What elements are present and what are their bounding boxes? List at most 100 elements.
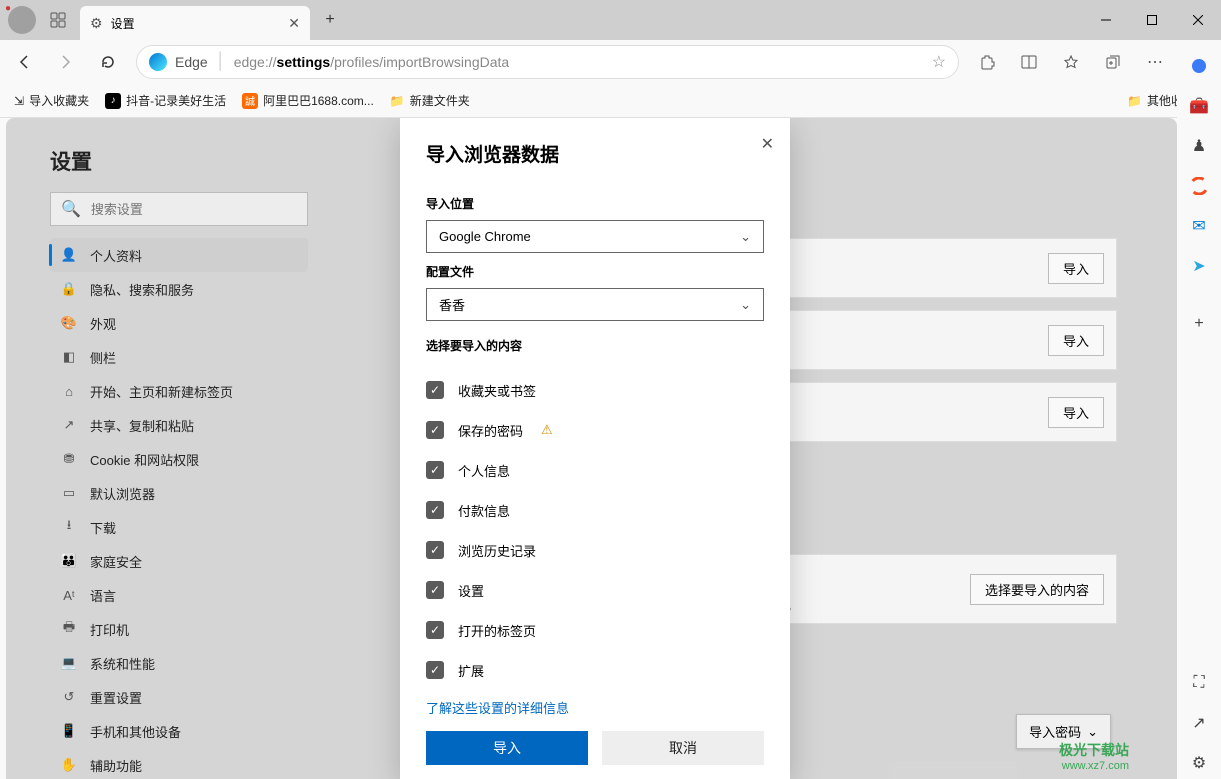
import-confirm-button[interactable]: 导入 [426, 731, 588, 765]
favorite-star-icon[interactable]: ☆ [932, 52, 946, 72]
strip-m365-icon[interactable] [1183, 170, 1215, 202]
import-button-3[interactable]: 导入 [1048, 397, 1104, 428]
check-item-7[interactable]: ✓ 扩展 [426, 650, 764, 690]
strip-send-icon[interactable]: ➤ [1183, 250, 1215, 282]
check-label: 浏览历史记录 [458, 541, 536, 560]
address-bar: Edge │ edge://settings/profiles/importBr… [0, 40, 1221, 84]
location-select[interactable]: Google Chrome ⌄ [426, 220, 764, 253]
learn-more-link[interactable]: 了解这些设置的详细信息 [426, 690, 764, 725]
profile-select[interactable]: 香香 ⌄ [426, 288, 764, 321]
alibaba-icon: 誠 [242, 93, 258, 109]
settings-title: 设置 [50, 146, 308, 176]
sidebar-item-family[interactable]: 👪家庭安全 [50, 544, 308, 578]
tab-title: 设置 [111, 15, 135, 32]
window-controls [1083, 0, 1221, 40]
split-screen-icon[interactable] [1009, 44, 1049, 80]
workspaces-icon[interactable] [44, 4, 72, 36]
phone-icon: 📱 [60, 723, 78, 739]
gear-icon: ⚙ [90, 15, 103, 32]
check-item-5[interactable]: ✓设置 [426, 570, 764, 610]
refresh-button[interactable] [88, 44, 128, 80]
checkbox-icon[interactable]: ✓ [426, 501, 444, 519]
settings-search-input[interactable] [91, 202, 297, 217]
watermark: 极光下载站 www.xz7.com [1059, 741, 1129, 773]
import-button-2[interactable]: 导入 [1048, 325, 1104, 356]
favorites-icon[interactable] [1051, 44, 1091, 80]
sidebar-item-download[interactable]: ⭳下载 [50, 510, 308, 544]
check-label: 个人信息 [458, 461, 510, 480]
lock-icon: 🔒 [60, 281, 78, 297]
share-icon: ↗ [60, 417, 78, 433]
checkbox-icon[interactable]: ✓ [426, 421, 444, 439]
strip-external-icon[interactable]: ↗ [1183, 707, 1215, 739]
check-item-6[interactable]: ✓打开的标签页 [426, 610, 764, 650]
check-item-0[interactable]: ✓收藏夹或书签 [426, 370, 764, 410]
sidebar-item-access[interactable]: ✋辅助功能 [50, 748, 308, 779]
sidebar-item-phone[interactable]: 📱手机和其他设备 [50, 714, 308, 748]
sidebar-item-printer[interactable]: 🖶打印机 [50, 612, 308, 646]
strip-settings-icon[interactable]: ⚙ [1183, 747, 1215, 779]
home-icon: ⌂ [60, 384, 78, 399]
sidebar-item-browser[interactable]: ▭默认浏览器 [50, 476, 308, 510]
strip-shopping-icon[interactable]: 🧰 [1183, 90, 1215, 122]
check-item-3[interactable]: ✓ 付款信息 [426, 490, 764, 530]
dialog-close-button[interactable]: ✕ [757, 130, 778, 158]
sidebar-item-sidebar[interactable]: ◧侧栏 [50, 340, 308, 374]
strip-screenshot-icon[interactable]: ⛶ [1183, 667, 1215, 699]
sidebar-item-palette[interactable]: 🎨外观 [50, 306, 308, 340]
bookmark-folder[interactable]: 📁新建文件夹 [384, 88, 476, 113]
sidebar-item-lang[interactable]: Aᵗ语言 [50, 578, 308, 612]
card-3: 导入 [777, 382, 1117, 442]
check-label: 扩展 [458, 661, 484, 680]
bookmark-1688[interactable]: 誠阿里巴巴1688.com... [236, 88, 380, 113]
checkbox-icon[interactable]: ✓ [426, 581, 444, 599]
close-window-button[interactable] [1175, 0, 1221, 40]
url-box[interactable]: Edge │ edge://settings/profiles/importBr… [136, 45, 959, 79]
strip-outlook-icon[interactable]: ✉ [1183, 210, 1215, 242]
check-item-2[interactable]: ✓ 个人信息 [426, 450, 764, 490]
menu-button[interactable]: ⋯ [1135, 44, 1175, 80]
sidebar-item-person[interactable]: 👤 个人资料 [50, 238, 308, 272]
cancel-button[interactable]: 取消 [602, 731, 764, 765]
browser-tab[interactable]: ⚙ 设置 ✕ [80, 6, 310, 40]
sidebar-item-perf[interactable]: 💻系统和性能 [50, 646, 308, 680]
sidebar-item-cookie[interactable]: ⛃Cookie 和网站权限 [50, 442, 308, 476]
content-area: 设置 🔍 👤 个人资料 🔒隐私、搜索和服务🎨外观◧侧栏⌂开始、主页和新建标签页↗共享… [6, 118, 1177, 779]
sidebar-item-share[interactable]: ↗共享、复制和粘贴 [50, 408, 308, 442]
checkbox-icon[interactable]: ✓ [426, 461, 444, 479]
strip-games-icon[interactable]: ♟ [1183, 130, 1215, 162]
settings-search[interactable]: 🔍 [50, 192, 308, 226]
checkbox-icon[interactable]: ✓ [426, 381, 444, 399]
access-icon: ✋ [60, 757, 78, 773]
check-item-4[interactable]: ✓ 浏览历史记录 [426, 530, 764, 570]
check-label: 付款信息 [458, 501, 510, 520]
checkbox-icon[interactable]: ✓ [426, 621, 444, 639]
strip-chat-icon[interactable] [1183, 50, 1215, 82]
edge-sidebar-strip: 🧰 ♟ ✉ ➤ + ⛶ ↗ ⚙ [1177, 44, 1221, 779]
collections-icon[interactable] [1093, 44, 1133, 80]
check-item-1[interactable]: ✓保存的密码⚠ [426, 410, 764, 450]
new-tab-button[interactable]: + [314, 4, 346, 36]
sidebar-item-label: 个人资料 [90, 246, 142, 265]
sidebar-item-lock[interactable]: 🔒隐私、搜索和服务 [50, 272, 308, 306]
profile-avatar[interactable] [8, 6, 36, 34]
tab-close-icon[interactable]: ✕ [288, 15, 300, 32]
sidebar-item-label: 下载 [90, 518, 116, 537]
sidebar-item-home[interactable]: ⌂开始、主页和新建标签页 [50, 374, 308, 408]
strip-add-icon[interactable]: + [1183, 308, 1215, 340]
bookmark-import[interactable]: ⇲导入收藏夹 [8, 88, 95, 113]
person-icon: 👤 [60, 247, 78, 263]
sidebar-item-label: 系统和性能 [90, 654, 155, 673]
checkbox-icon[interactable]: ✓ [426, 661, 444, 679]
sidebar-item-reset[interactable]: ↺重置设置 [50, 680, 308, 714]
family-icon: 👪 [60, 553, 78, 569]
back-button[interactable] [4, 44, 44, 80]
chevron-down-icon: ⌄ [1087, 724, 1098, 740]
import-button-1[interactable]: 导入 [1048, 253, 1104, 284]
checkbox-icon[interactable]: ✓ [426, 541, 444, 559]
bookmark-douyin[interactable]: ♪抖音-记录美好生活 [99, 88, 232, 113]
minimize-button[interactable] [1083, 0, 1129, 40]
choose-content-button[interactable]: 选择要导入的内容 [970, 574, 1104, 605]
extensions-icon[interactable] [967, 44, 1007, 80]
maximize-button[interactable] [1129, 0, 1175, 40]
